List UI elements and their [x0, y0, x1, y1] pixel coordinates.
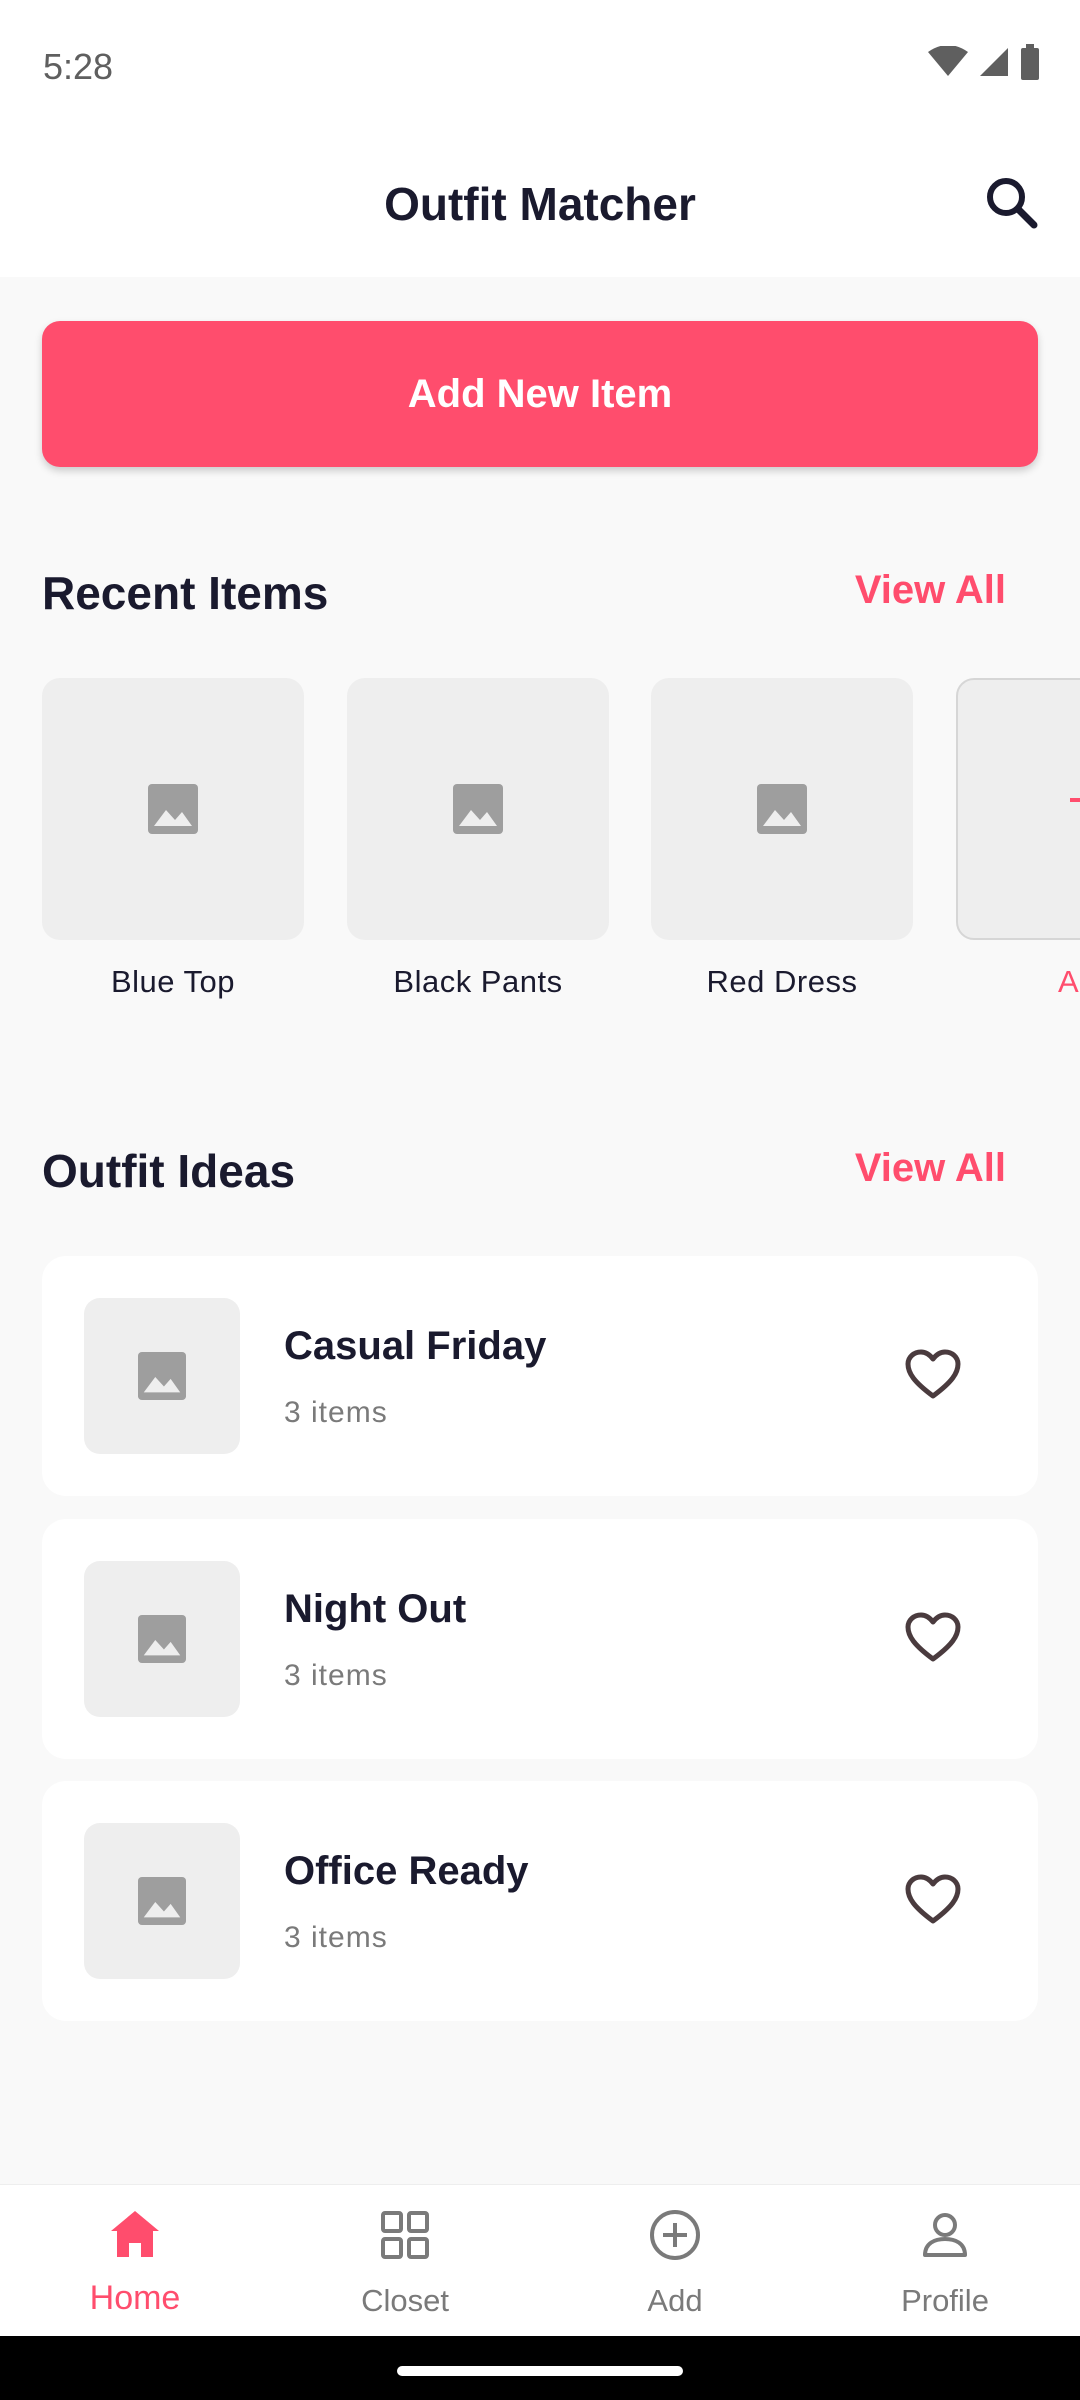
nav-label-home: Home	[89, 2279, 181, 2317]
favorite-button[interactable]	[904, 1348, 962, 1400]
recent-items-list: Blue Top Black Pants Red Dress A	[0, 678, 1080, 1018]
outfit-item-count: 3 items	[284, 1659, 388, 1692]
outfit-name: Night Out	[284, 1587, 467, 1631]
nav-label-add: Add	[647, 2283, 703, 2318]
nav-item-closet[interactable]: Closet	[270, 2185, 540, 2337]
outfit-thumbnail	[84, 1298, 240, 1454]
status-icons	[928, 44, 1040, 80]
favorite-button[interactable]	[904, 1611, 962, 1663]
heart-outline-icon	[905, 1349, 961, 1399]
recent-item-thumbnail	[42, 678, 304, 940]
status-bar: 5:28	[0, 0, 1080, 135]
recent-items-title: Recent Items	[42, 567, 329, 619]
recent-item-thumbnail	[651, 678, 913, 940]
home-icon	[111, 2211, 159, 2257]
image-placeholder-icon	[148, 784, 198, 834]
recent-item-label: Blue Top	[110, 964, 236, 999]
recent-item[interactable]: Blue Top	[42, 678, 304, 1000]
outfit-thumbnail	[84, 1561, 240, 1717]
add-tile-label: A	[1058, 964, 1079, 999]
outfit-card[interactable]: Night Out 3 items	[42, 1519, 1038, 1759]
nav-item-add[interactable]: Add	[540, 2185, 810, 2337]
recent-item-label: Black Pants	[393, 964, 563, 999]
image-placeholder-icon	[138, 1877, 186, 1925]
recent-view-all-link[interactable]: View All	[855, 568, 1006, 613]
outfit-thumbnail	[84, 1823, 240, 1979]
nav-item-profile[interactable]: Profile	[810, 2185, 1080, 2337]
person-icon	[923, 2213, 967, 2257]
heart-outline-icon	[905, 1874, 961, 1924]
image-placeholder-icon	[138, 1615, 186, 1663]
wifi-icon	[928, 46, 968, 76]
gesture-nav-bar	[0, 2336, 1080, 2400]
outfit-card[interactable]: Office Ready 3 items	[42, 1781, 1038, 2021]
add-recent-item-tile[interactable]	[956, 678, 1080, 940]
add-circle-icon	[650, 2210, 700, 2260]
bottom-navigation: Home Closet Add Profile	[0, 2184, 1080, 2336]
outfit-ideas-title: Outfit Ideas	[42, 1145, 296, 1197]
nav-item-home[interactable]: Home	[0, 2185, 270, 2337]
image-placeholder-icon	[757, 784, 807, 834]
image-placeholder-icon	[138, 1352, 186, 1400]
status-time: 5:28	[43, 46, 114, 87]
page-title: Outfit Matcher	[384, 178, 696, 230]
image-placeholder-icon	[453, 784, 503, 834]
recent-item[interactable]: Black Pants	[347, 678, 609, 1000]
outfit-item-count: 3 items	[284, 1396, 388, 1429]
grid-icon	[381, 2211, 429, 2259]
app-screen: 5:28 Outfit Matcher Add New Item Recent …	[0, 0, 1080, 2400]
favorite-button[interactable]	[904, 1873, 962, 1925]
plus-icon	[1070, 798, 1080, 802]
search-icon	[987, 178, 1038, 229]
nav-label-profile: Profile	[901, 2283, 989, 2318]
recent-item-label: Red Dress	[706, 964, 858, 999]
recent-item-thumbnail	[347, 678, 609, 940]
recent-item[interactable]: Red Dress	[651, 678, 913, 1000]
outfit-name: Casual Friday	[284, 1324, 547, 1368]
outfit-item-count: 3 items	[284, 1921, 388, 1954]
outfits-view-all-link[interactable]: View All	[855, 1146, 1006, 1191]
cell-signal-icon	[980, 48, 1008, 76]
add-new-item-button[interactable]: Add New Item	[42, 321, 1038, 467]
app-bar: Outfit Matcher	[0, 135, 1080, 277]
heart-outline-icon	[905, 1612, 961, 1662]
outfit-name: Office Ready	[284, 1849, 529, 1893]
nav-label-closet: Closet	[361, 2283, 449, 2318]
home-gesture-handle[interactable]	[397, 2366, 683, 2376]
battery-icon	[1021, 44, 1039, 80]
search-button[interactable]	[982, 173, 1042, 233]
outfit-card[interactable]: Casual Friday 3 items	[42, 1256, 1038, 1496]
